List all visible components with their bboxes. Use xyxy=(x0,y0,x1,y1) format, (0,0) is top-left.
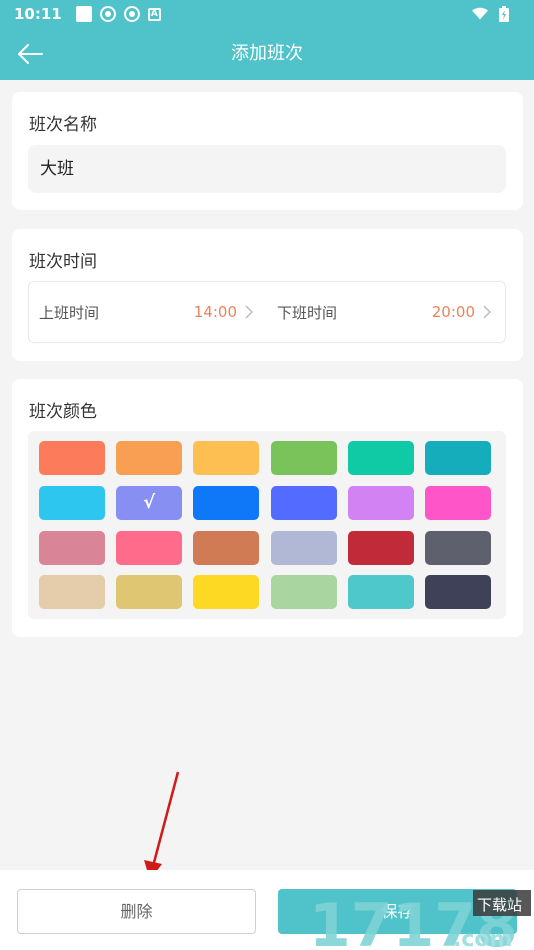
end-time-value: 20:00 xyxy=(431,303,475,321)
color-swatch[interactable]: √ xyxy=(116,485,183,520)
shift-name-title: 班次名称 xyxy=(29,115,97,135)
status-bar: 10:11 A xyxy=(0,0,534,28)
shift-name-card: 班次名称 大班 xyxy=(12,92,523,210)
color-swatch[interactable] xyxy=(425,530,491,565)
shift-time-card: 班次时间 上班时间 14:00 下班时间 20:00 xyxy=(12,229,523,361)
watermark-logo: 17178 .com 下载站 xyxy=(309,890,531,950)
color-swatch[interactable] xyxy=(270,530,337,565)
wifi-icon xyxy=(472,6,488,22)
color-swatch[interactable] xyxy=(347,485,414,520)
shift-color-title: 班次颜色 xyxy=(29,402,97,422)
start-time-picker[interactable]: 上班时间 14:00 xyxy=(29,282,267,342)
watermark-tag: 下载站 xyxy=(477,896,522,914)
end-time-picker[interactable]: 下班时间 20:00 xyxy=(267,282,505,342)
color-swatch[interactable] xyxy=(270,441,337,475)
end-time-label: 下班时间 xyxy=(277,303,338,322)
color-swatch[interactable] xyxy=(116,575,183,610)
time-range-box: 上班时间 14:00 下班时间 20:00 xyxy=(28,281,506,343)
color-swatch[interactable] xyxy=(193,530,260,565)
color-swatch[interactable] xyxy=(39,530,105,565)
page-title: 添加班次 xyxy=(231,43,303,64)
color-swatch[interactable] xyxy=(39,485,105,520)
watermark-sub: .com xyxy=(453,927,512,950)
color-swatch[interactable] xyxy=(425,441,491,475)
color-swatch[interactable] xyxy=(347,575,414,610)
color-swatch[interactable] xyxy=(425,485,491,520)
color-swatch[interactable] xyxy=(39,441,105,475)
check-icon: √ xyxy=(143,492,156,514)
color-palette: √ xyxy=(28,431,506,619)
a-icon: A xyxy=(147,7,161,21)
settings-icon xyxy=(99,6,116,22)
color-swatch[interactable] xyxy=(193,575,260,610)
delete-button[interactable]: 删除 xyxy=(17,889,256,934)
shift-name-input[interactable]: 大班 xyxy=(28,145,506,193)
color-swatch[interactable] xyxy=(347,441,414,475)
annotation-arrow-icon xyxy=(144,771,180,880)
start-time-label: 上班时间 xyxy=(39,303,100,322)
start-time-value: 14:00 xyxy=(193,303,237,321)
color-swatch[interactable] xyxy=(193,441,260,475)
chevron-right-icon xyxy=(245,305,255,319)
color-swatch[interactable] xyxy=(193,485,260,520)
square-icon xyxy=(75,6,92,22)
shift-color-card: 班次颜色 √ xyxy=(12,379,523,637)
shift-time-title: 班次时间 xyxy=(29,252,97,272)
color-swatch[interactable] xyxy=(270,485,337,520)
battery-charging-icon xyxy=(496,6,512,22)
status-time: 10:11 xyxy=(14,5,62,23)
color-swatch[interactable] xyxy=(39,575,105,610)
color-swatch[interactable] xyxy=(116,441,183,475)
settings-icon xyxy=(123,6,140,22)
color-swatch[interactable] xyxy=(425,575,491,610)
app-header: 添加班次 xyxy=(0,28,534,80)
color-swatch[interactable] xyxy=(270,575,337,610)
chevron-right-icon xyxy=(483,305,493,319)
color-swatch[interactable] xyxy=(347,530,414,565)
color-swatch[interactable] xyxy=(116,530,183,565)
